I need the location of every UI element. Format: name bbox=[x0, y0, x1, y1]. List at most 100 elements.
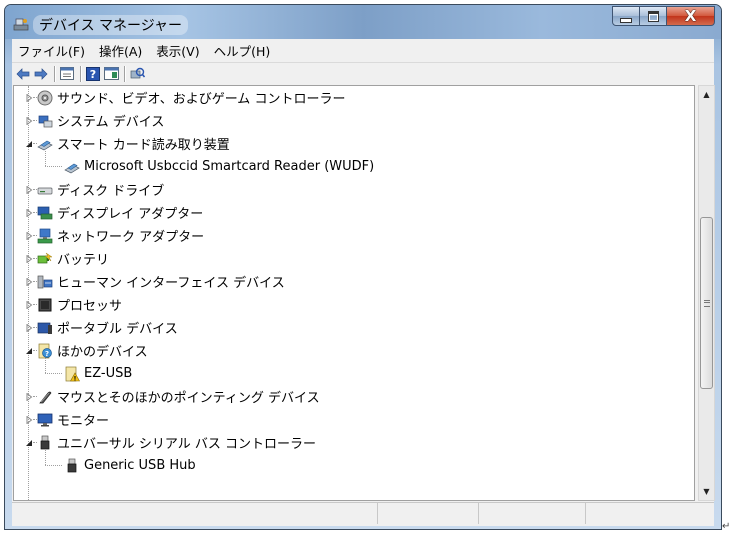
tree-category[interactable]: モニター bbox=[37, 408, 109, 431]
tree-item-label: モニター bbox=[57, 414, 110, 429]
device-tree[interactable]: サウンド、ビデオ、およびゲーム コントローラーシステム デバイススマート カード… bbox=[13, 85, 695, 501]
tree-item-label: システム デバイス bbox=[57, 115, 165, 130]
tree-item-label: ほかのデバイス bbox=[57, 345, 148, 360]
network-adapter-icon bbox=[37, 228, 53, 244]
unknown-device-warning-icon: ! bbox=[64, 366, 81, 382]
forward-arrow-icon[interactable] bbox=[33, 66, 49, 82]
paragraph-mark-icon: ↵ bbox=[722, 521, 731, 532]
sound-icon bbox=[37, 90, 53, 106]
collapsed-arrow-icon[interactable] bbox=[24, 392, 33, 401]
scroll-down-arrow-icon[interactable]: ▼ bbox=[699, 483, 714, 500]
scrollbar-thumb[interactable] bbox=[700, 217, 713, 389]
tree-category[interactable]: スマート カード読み取り装置 bbox=[37, 132, 230, 155]
expanded-arrow-icon[interactable] bbox=[24, 139, 33, 148]
tree-connector bbox=[45, 465, 62, 466]
menu-item[interactable]: ファイル(F) bbox=[12, 41, 92, 60]
tree-category[interactable]: マウスとそのほかのポインティング デバイス bbox=[37, 385, 320, 408]
status-pane bbox=[586, 503, 714, 524]
collapsed-arrow-icon[interactable] bbox=[24, 323, 33, 332]
collapsed-arrow-icon[interactable] bbox=[24, 208, 33, 217]
usb-icon bbox=[64, 458, 80, 474]
tree-item-label: EZ-USB bbox=[84, 366, 133, 381]
tree-device[interactable]: Microsoft Usbccid Smartcard Reader (WUDF… bbox=[64, 155, 374, 178]
tree-category[interactable]: ? ほかのデバイス bbox=[37, 339, 148, 362]
tree-category[interactable]: ネットワーク アダプター bbox=[37, 224, 204, 247]
device-manager-window: デバイス マネージャー X ファイル(F) 操作(A) 表示(V) ヘルプ(H) ? bbox=[4, 4, 722, 530]
collapsed-arrow-icon[interactable] bbox=[24, 415, 33, 424]
help-icon[interactable]: ? bbox=[85, 66, 101, 82]
scroll-up-arrow-icon[interactable]: ▲ bbox=[699, 86, 714, 103]
menu-item[interactable]: 操作(A) bbox=[92, 41, 149, 60]
tree-category[interactable]: ディスプレイ アダプター bbox=[37, 201, 203, 224]
collapsed-arrow-icon[interactable] bbox=[24, 300, 33, 309]
monitor-icon bbox=[37, 412, 53, 428]
status-pane bbox=[12, 503, 379, 524]
tree-category[interactable]: ディスク ドライブ bbox=[37, 178, 164, 201]
hid-icon bbox=[37, 274, 53, 290]
tree-device[interactable]: ! EZ-USB bbox=[64, 362, 132, 385]
collapsed-arrow-icon[interactable] bbox=[24, 231, 33, 240]
unknown-device-icon: ? bbox=[37, 343, 53, 359]
maximize-button[interactable] bbox=[640, 6, 667, 26]
menu-bar: ファイル(F) 操作(A) 表示(V) ヘルプ(H) bbox=[12, 39, 714, 61]
collapsed-arrow-icon[interactable] bbox=[24, 93, 33, 102]
tree-category[interactable]: ポータブル デバイス bbox=[37, 316, 178, 339]
properties-icon[interactable] bbox=[59, 66, 75, 82]
tree-category[interactable]: サウンド、ビデオ、およびゲーム コントローラー bbox=[37, 86, 345, 109]
tree-category[interactable]: システム デバイス bbox=[37, 109, 164, 132]
tree-item-label: スマート カード読み取り装置 bbox=[57, 138, 230, 153]
svg-text:?: ? bbox=[45, 350, 49, 358]
svg-text:!: ! bbox=[74, 375, 77, 382]
collapsed-arrow-icon[interactable] bbox=[24, 116, 33, 125]
tree-item-label: マウスとそのほかのポインティング デバイス bbox=[57, 391, 320, 406]
mouse-icon bbox=[37, 389, 53, 405]
toolbar-separator bbox=[80, 65, 82, 82]
tree-device[interactable]: Generic USB Hub bbox=[64, 454, 196, 477]
smart-card-reader-icon bbox=[37, 136, 53, 152]
tree-item-label: ディスプレイ アダプター bbox=[57, 207, 204, 222]
caption-buttons: X bbox=[612, 6, 715, 28]
tree-category[interactable]: プロセッサ bbox=[37, 293, 122, 316]
toolbar-separator bbox=[124, 65, 126, 82]
tree-item-label: ネットワーク アダプター bbox=[57, 230, 205, 245]
expanded-arrow-icon[interactable] bbox=[24, 346, 33, 355]
minimize-button[interactable] bbox=[612, 6, 640, 26]
close-icon: X bbox=[684, 6, 697, 25]
tree-item-label: ポータブル デバイス bbox=[57, 322, 178, 337]
tree-connector bbox=[45, 358, 46, 373]
scan-hardware-icon[interactable] bbox=[129, 66, 145, 82]
collapsed-arrow-icon[interactable] bbox=[24, 277, 33, 286]
tree-category[interactable]: バッテリ bbox=[37, 247, 109, 270]
status-bar bbox=[12, 502, 714, 526]
collapsed-arrow-icon[interactable] bbox=[24, 254, 33, 263]
svg-text:?: ? bbox=[90, 68, 96, 81]
title-bar[interactable]: デバイス マネージャー X bbox=[5, 5, 721, 39]
tree-connector bbox=[45, 166, 62, 167]
view-icon[interactable] bbox=[103, 66, 119, 82]
tree-connector bbox=[45, 151, 46, 166]
close-button[interactable]: X bbox=[667, 6, 715, 26]
system-device-icon bbox=[37, 113, 53, 129]
device-manager-icon bbox=[13, 18, 29, 31]
display-adapter-icon bbox=[37, 205, 53, 221]
tree-category[interactable]: ユニバーサル シリアル バス コントローラー bbox=[37, 431, 316, 454]
tree-item-label: Generic USB Hub bbox=[84, 458, 196, 473]
back-arrow-icon[interactable] bbox=[15, 66, 31, 82]
tree-item-label: Microsoft Usbccid Smartcard Reader (WUDF… bbox=[84, 159, 375, 174]
menu-item[interactable]: ヘルプ(H) bbox=[207, 41, 278, 60]
expanded-arrow-icon[interactable] bbox=[24, 438, 33, 447]
tree-item-label: ユニバーサル シリアル バス コントローラー bbox=[57, 437, 317, 452]
status-pane bbox=[479, 503, 587, 524]
toolbar: ? bbox=[12, 62, 714, 84]
collapsed-arrow-icon[interactable] bbox=[24, 185, 33, 194]
processor-icon bbox=[37, 297, 53, 313]
portable-device-icon bbox=[37, 320, 53, 336]
status-pane bbox=[378, 503, 480, 524]
tree-connector bbox=[45, 373, 62, 374]
minimize-icon bbox=[620, 17, 632, 23]
window-title: デバイス マネージャー bbox=[33, 15, 189, 35]
vertical-scrollbar[interactable]: ▲ ▼ bbox=[698, 85, 715, 501]
tree-category[interactable]: ヒューマン インターフェイス デバイス bbox=[37, 270, 285, 293]
grip-icon bbox=[703, 299, 710, 307]
menu-item[interactable]: 表示(V) bbox=[149, 41, 206, 60]
